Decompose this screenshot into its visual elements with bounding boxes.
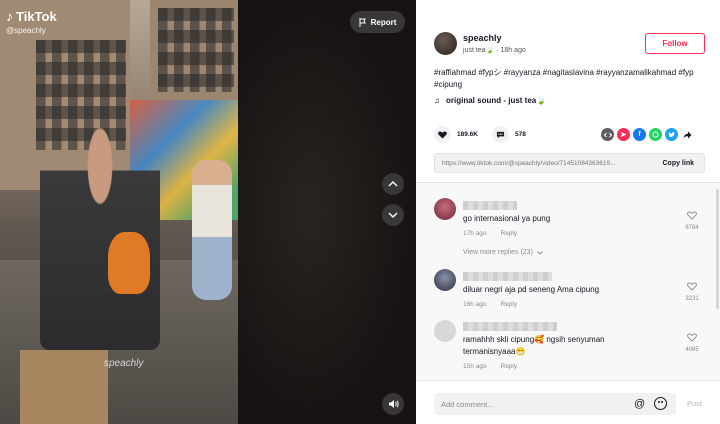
comment-time: 16h ago [463,301,487,308]
video-player[interactable]: ♪ TikTok @speachly speachly Report [0,0,416,424]
view-more-label: View more replies (23) [463,249,533,256]
reply-button[interactable]: Reply [501,363,518,370]
commenter-name-redacted[interactable] [463,272,552,281]
comment-like-button[interactable]: 4065 [682,333,702,353]
report-label: Report [370,17,397,27]
comment-text-line-2: termanisnyaaa😁 [463,347,526,356]
comment-button[interactable] [491,126,509,143]
share-icons: f [601,128,694,141]
emoji-icon[interactable] [654,397,667,410]
handle-overlay: @speachly [6,26,46,35]
commenter-avatar[interactable] [434,198,456,220]
heart-outline-icon [687,211,697,220]
follow-button[interactable]: Follow [645,33,705,54]
comment-count: 578 [514,131,526,138]
music-note-icon: ♫ [434,96,440,105]
tiktok-video-page: ♪ TikTok @speachly speachly Report speac… [0,0,720,424]
chevron-down-icon [537,250,543,255]
facebook-icon[interactable]: f [633,128,646,141]
commenter-name-redacted[interactable] [463,201,517,210]
author-name[interactable]: speachly [463,33,502,43]
volume-icon [388,400,399,408]
like-button[interactable] [434,126,451,143]
commenter-avatar[interactable] [434,320,456,342]
tiktok-note-icon: ♪ [6,8,13,24]
commenter-avatar[interactable] [434,269,456,291]
heart-outline-icon [687,333,697,342]
comment-like-count: 8784 [685,225,699,231]
sound-label: original sound - just tea🍃 [446,96,547,105]
video-url[interactable]: https://www.tiktok.com/@speachly/video/7… [435,160,647,167]
author-subtitle: just tea🍃 · 18h ago [463,47,526,54]
forward-icon[interactable] [681,128,694,141]
comment-meta: 16h ago Reply [463,301,517,308]
tiktok-logo-text: TikTok [16,8,57,24]
heart-outline-icon [687,282,697,291]
comment-time: 17h ago [463,230,487,237]
flag-icon [359,17,366,27]
volume-button[interactable] [382,393,404,415]
whatsapp-icon[interactable] [649,128,662,141]
engagement-stats: 189.6K 578 [434,126,540,143]
reply-button[interactable]: Reply [501,230,518,237]
video-caption[interactable]: #raffiahmad #fypシ #rayyanza #nagitaslavi… [434,67,704,91]
author-avatar[interactable] [434,32,457,55]
reply-button[interactable]: Reply [501,301,518,308]
comment-meta: 15h ago Reply [463,363,517,370]
comment-meta: 17h ago Reply [463,230,517,237]
comment-like-count: 3231 [685,296,699,302]
comment-time: 15h ago [463,363,487,370]
comments-scrollbar[interactable] [716,189,719,309]
view-more-replies-button[interactable]: View more replies (23) [463,249,543,256]
commenter-name-redacted[interactable] [463,322,557,331]
building-right-windows [158,8,234,92]
sound-link[interactable]: ♫ original sound - just tea🍃 [434,96,546,105]
video-watermark: speachly [104,358,144,369]
comment-like-count: 4065 [685,347,699,353]
heart-icon [438,130,447,139]
comment-like-button[interactable]: 8784 [682,211,702,231]
previous-video-button[interactable] [382,173,404,195]
like-count: 189.6K [457,131,478,138]
next-video-button[interactable] [382,204,404,226]
paper-bag [20,350,108,424]
chevron-down-icon [388,212,398,218]
post-button[interactable]: Post [687,399,702,408]
comment-text: go internasional ya pung [463,214,551,223]
chevron-up-icon [388,181,398,187]
mention-icon[interactable]: @ [634,398,645,410]
send-icon[interactable] [617,128,630,141]
comment-text: diluar negri aja pd seneng Ama cipung [463,285,600,294]
tiktok-logo: ♪ TikTok [6,8,57,24]
embed-icon[interactable] [601,128,614,141]
report-button[interactable]: Report [350,11,405,33]
orange-handbag [108,232,150,294]
comment-like-button[interactable]: 3231 [682,282,702,302]
comment-composer: @ Post [416,380,720,424]
comment-text-line-1: ramahhh skli cipung🥰 ngsih senyuman [463,335,605,344]
comment-list[interactable]: go internasional ya pung 17h ago Reply 8… [416,183,720,380]
pedestrian [192,160,232,300]
copy-link-button[interactable]: Copy link [662,160,704,167]
comment-bubble-icon [496,131,505,138]
video-link-box: https://www.tiktok.com/@speachly/video/7… [434,153,705,173]
details-panel: speachly just tea🍃 · 18h ago Follow #raf… [416,0,720,424]
twitter-icon[interactable] [665,128,678,141]
